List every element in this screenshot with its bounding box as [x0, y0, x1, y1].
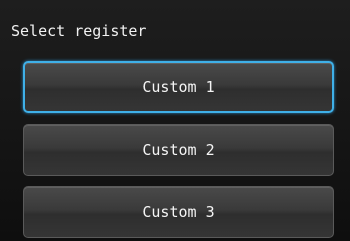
select-register-screen: Select register Custom 1 Custom 2 Custom… — [0, 0, 350, 241]
register-button-custom-2[interactable]: Custom 2 — [23, 124, 334, 176]
register-button-custom-1[interactable]: Custom 1 — [23, 61, 334, 113]
register-button-custom-3[interactable]: Custom 3 — [23, 186, 334, 238]
page-title: Select register — [11, 22, 147, 40]
register-button-label: Custom 1 — [142, 78, 215, 96]
register-button-label: Custom 2 — [142, 141, 215, 159]
register-button-label: Custom 3 — [142, 203, 215, 221]
